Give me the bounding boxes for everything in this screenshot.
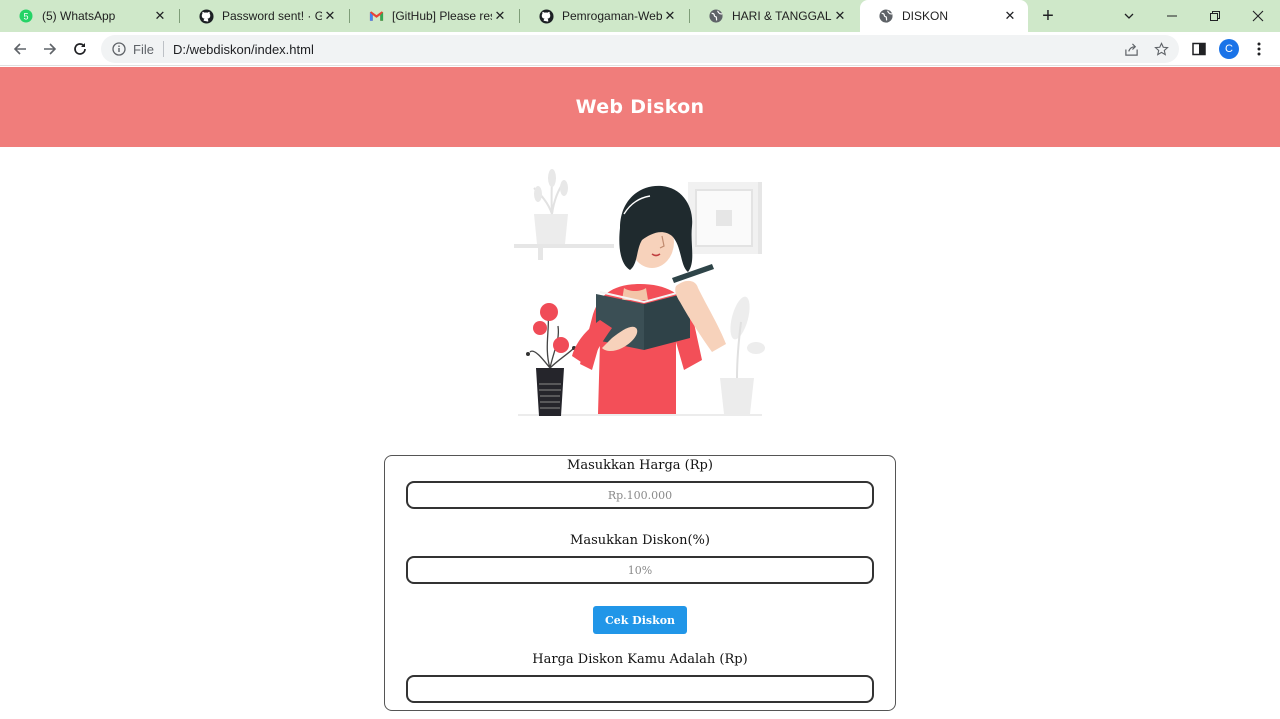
side-panel-button[interactable]: [1187, 37, 1211, 61]
browser-toolbar: File D:/webdiskon/index.html C: [0, 32, 1280, 66]
page-header: Web Diskon: [0, 67, 1280, 147]
gmail-icon: [368, 8, 384, 24]
profile-button[interactable]: C: [1217, 37, 1241, 61]
tab-search-button[interactable]: [1107, 0, 1151, 32]
svg-text:5: 5: [23, 12, 28, 22]
scheme-label: File: [133, 41, 154, 57]
page-title: Web Diskon: [575, 96, 705, 118]
cek-diskon-button[interactable]: Cek Diskon: [593, 606, 687, 634]
close-tab-icon[interactable]: ✕: [1002, 8, 1018, 24]
arrow-right-icon: [44, 43, 57, 55]
result-label: Harga Diskon Kamu Adalah (Rp): [532, 652, 748, 667]
more-vert-icon: [1257, 42, 1261, 56]
price-label: Masukkan Harga (Rp): [567, 458, 713, 473]
discount-label: Masukkan Diskon(%): [570, 533, 710, 548]
tab-title: HARI & TANGGAL: [732, 9, 832, 23]
tab-title: Pemrogaman-Web/kode: [562, 9, 662, 23]
discount-form: Masukkan Harga (Rp) Masukkan Diskon(%) C…: [384, 455, 896, 711]
restore-icon: [1210, 11, 1220, 21]
reload-button[interactable]: [68, 37, 92, 61]
minimize-button[interactable]: [1150, 0, 1194, 32]
github-icon: [538, 8, 554, 24]
close-tab-icon[interactable]: ✕: [832, 8, 848, 24]
close-icon: [1252, 10, 1264, 22]
tab-strip: 5 (5) WhatsApp ✕ Password sent! · GitHub…: [0, 0, 1280, 32]
arrow-left-icon: [13, 43, 26, 55]
tab-gmail[interactable]: [GitHub] Please reset your password ✕: [350, 0, 518, 32]
globe-icon: [708, 8, 724, 24]
globe-icon: [878, 8, 894, 24]
tab-title: Password sent! · GitHub: [222, 9, 322, 23]
close-window-button[interactable]: [1236, 0, 1280, 32]
close-tab-icon[interactable]: ✕: [662, 8, 678, 24]
address-bar[interactable]: File D:/webdiskon/index.html: [101, 35, 1179, 63]
whatsapp-icon: 5: [18, 8, 34, 24]
tab-hari-tanggal[interactable]: HARI & TANGGAL ✕: [690, 0, 858, 32]
result-output[interactable]: [406, 675, 874, 703]
close-tab-icon[interactable]: ✕: [152, 8, 168, 24]
restore-button[interactable]: [1193, 0, 1237, 32]
tab-github-pemrogaman[interactable]: Pemrogaman-Web/kode ✕: [520, 0, 688, 32]
close-tab-icon[interactable]: ✕: [322, 8, 338, 24]
forward-button[interactable]: [38, 37, 62, 61]
url-text: D:/webdiskon/index.html: [172, 41, 314, 57]
avatar: C: [1219, 39, 1239, 59]
tab-title: (5) WhatsApp: [42, 9, 116, 23]
chevron-down-icon: [1124, 13, 1134, 19]
side-panel-icon: [1192, 42, 1206, 56]
tab-title: [GitHub] Please reset your password: [392, 9, 492, 23]
discount-input[interactable]: [406, 556, 874, 584]
address-divider: [162, 41, 164, 57]
close-tab-icon[interactable]: ✕: [492, 8, 508, 24]
woman-reading-illustration: [514, 169, 765, 416]
tab-diskon[interactable]: DISKON ✕: [860, 0, 1028, 32]
tab-whatsapp[interactable]: 5 (5) WhatsApp ✕: [0, 0, 178, 32]
tab-title: DISKON: [902, 9, 949, 23]
minimize-icon: [1167, 15, 1177, 17]
back-button[interactable]: [8, 37, 32, 61]
github-icon: [198, 8, 214, 24]
share-icon[interactable]: [1123, 41, 1139, 57]
reload-icon: [74, 43, 86, 55]
tab-github-password[interactable]: Password sent! · GitHub ✕: [180, 0, 348, 32]
new-tab-button[interactable]: +: [1036, 4, 1060, 28]
bookmark-star-icon[interactable]: [1153, 41, 1169, 57]
menu-button[interactable]: [1247, 37, 1271, 61]
price-input[interactable]: [406, 481, 874, 509]
info-icon[interactable]: [111, 41, 127, 57]
